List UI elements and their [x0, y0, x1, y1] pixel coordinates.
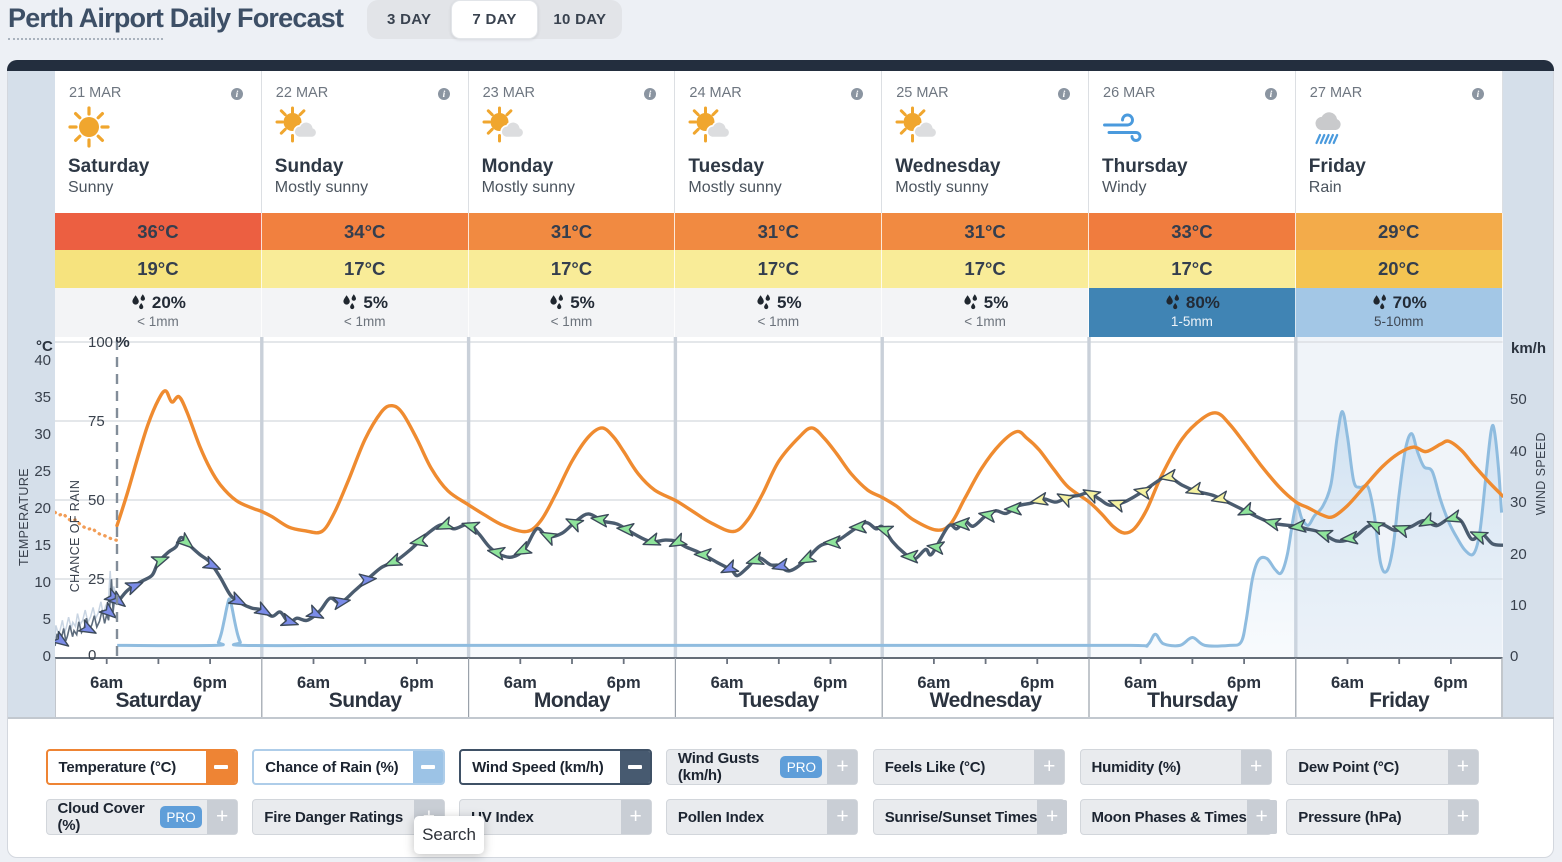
svg-text:6am: 6am — [297, 674, 330, 692]
svg-text:i: i — [1476, 90, 1479, 100]
svg-text:6am: 6am — [1331, 674, 1364, 692]
svg-text:6pm: 6pm — [1434, 674, 1468, 692]
svg-text:i: i — [1269, 90, 1272, 100]
svg-text:6pm: 6pm — [400, 674, 434, 692]
svg-text:6pm: 6pm — [607, 674, 641, 692]
svg-text:Wednesday: Wednesday — [930, 689, 1043, 712]
svg-text:0: 0 — [88, 647, 96, 664]
svg-text:Monday: Monday — [534, 689, 611, 712]
svg-text:Saturday: Saturday — [115, 689, 202, 712]
svg-text:Tuesday: Tuesday — [739, 689, 820, 712]
svg-text:75: 75 — [88, 413, 105, 430]
svg-text:i: i — [856, 90, 859, 100]
svg-text:i: i — [1063, 90, 1066, 100]
svg-text:i: i — [442, 90, 445, 100]
svg-text:50: 50 — [88, 492, 105, 509]
svg-text:Sunday: Sunday — [329, 689, 403, 712]
svg-text:Friday: Friday — [1369, 689, 1430, 712]
svg-text:i: i — [235, 90, 238, 100]
svg-text:6am: 6am — [504, 674, 537, 692]
svg-text:CHANCE OF RAIN: CHANCE OF RAIN — [68, 480, 82, 593]
svg-text:i: i — [649, 90, 652, 100]
svg-text:100: 100 — [88, 337, 113, 351]
svg-text:%: % — [116, 337, 130, 351]
svg-text:25: 25 — [88, 571, 105, 588]
svg-text:Thursday: Thursday — [1147, 689, 1238, 712]
